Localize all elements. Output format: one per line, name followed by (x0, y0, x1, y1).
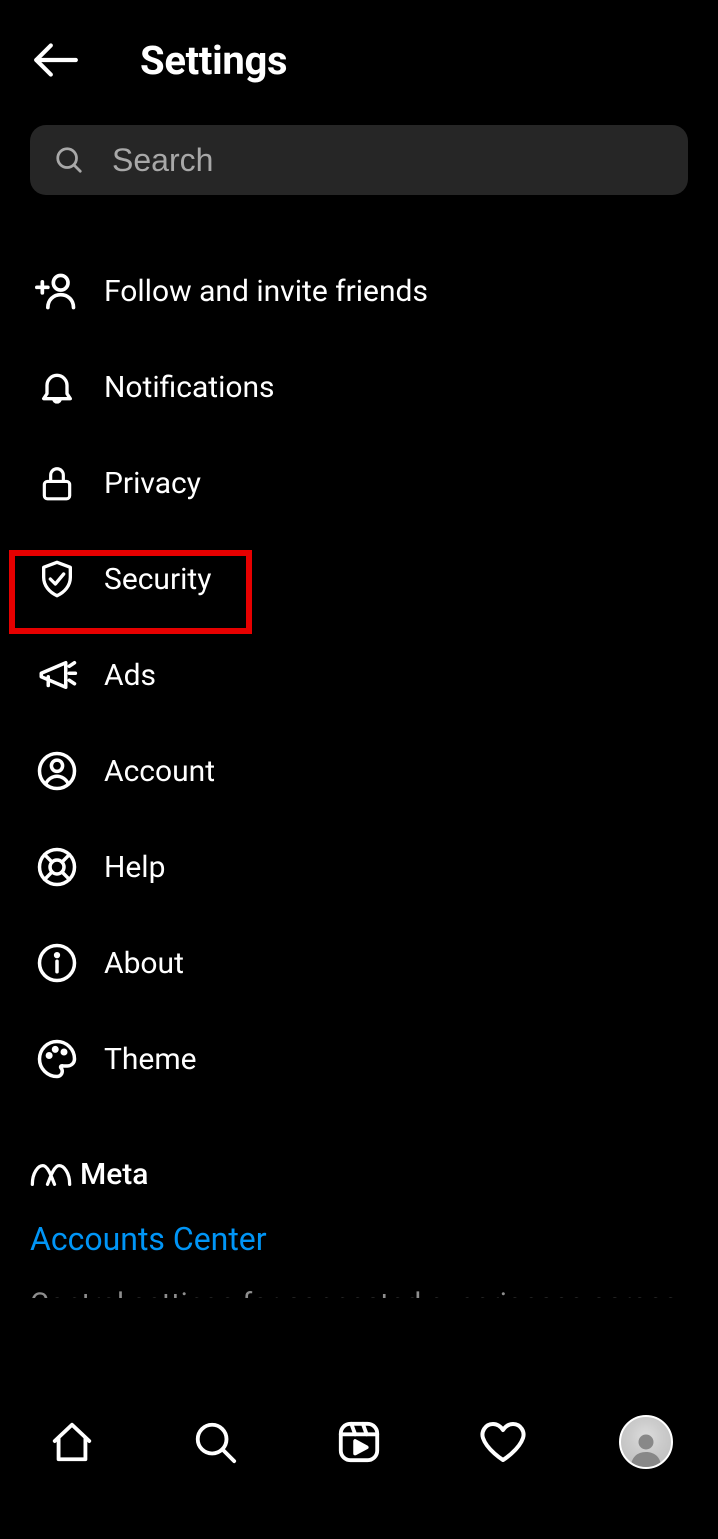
home-icon (49, 1419, 95, 1465)
nav-search[interactable] (180, 1407, 250, 1477)
user-circle-icon (36, 750, 78, 792)
nav-reels[interactable] (324, 1407, 394, 1477)
item-label: Security (104, 562, 211, 597)
heart-icon (479, 1418, 527, 1466)
item-label: Theme (104, 1042, 197, 1077)
item-security[interactable]: Security (10, 531, 708, 627)
arrow-left-icon (30, 35, 80, 85)
bottom-nav (0, 1397, 718, 1487)
item-label: Ads (104, 658, 156, 693)
item-label: Privacy (104, 466, 201, 501)
lock-icon (38, 464, 76, 502)
item-ads[interactable]: Ads (10, 627, 708, 723)
search-container (0, 125, 718, 225)
item-about[interactable]: About (10, 915, 708, 1011)
megaphone-icon (36, 654, 78, 696)
meta-section: Meta Accounts Center Control settings fo… (0, 1107, 718, 1298)
item-label: About (104, 946, 184, 981)
lifebuoy-icon (36, 846, 78, 888)
nav-activity[interactable] (468, 1407, 538, 1477)
back-button[interactable] (30, 35, 80, 85)
search-input[interactable] (112, 142, 664, 179)
icon-slot (34, 1038, 80, 1080)
item-label: Follow and invite friends (104, 274, 428, 309)
settings-screen: Settings Follow and invite friends Notif… (0, 0, 718, 1539)
item-notifications[interactable]: Notifications (10, 339, 708, 435)
search-icon (192, 1419, 238, 1465)
item-theme[interactable]: Theme (10, 1011, 708, 1107)
meta-logo-icon (30, 1161, 72, 1189)
accounts-center-link[interactable]: Accounts Center (30, 1192, 267, 1258)
item-label: Account (104, 754, 215, 789)
nav-profile[interactable] (611, 1407, 681, 1477)
icon-slot (34, 269, 80, 313)
avatar (619, 1415, 673, 1469)
settings-list: Follow and invite friends Notifications … (0, 225, 718, 1107)
info-icon (36, 942, 78, 984)
page-title: Settings (140, 37, 287, 84)
item-account[interactable]: Account (10, 723, 708, 819)
item-help[interactable]: Help (10, 819, 708, 915)
person-icon (626, 1427, 666, 1467)
item-label: Notifications (104, 370, 275, 405)
add-friend-icon (35, 269, 79, 313)
search-bar[interactable] (30, 125, 688, 195)
meta-description: Control settings for connected experienc… (30, 1258, 688, 1298)
search-icon (54, 145, 84, 175)
icon-slot (34, 750, 80, 792)
item-privacy[interactable]: Privacy (10, 435, 708, 531)
nav-home[interactable] (37, 1407, 107, 1477)
reels-icon (336, 1419, 382, 1465)
icon-slot (34, 559, 80, 599)
meta-label: Meta (80, 1157, 148, 1192)
bell-icon (37, 367, 77, 407)
icon-slot (34, 367, 80, 407)
item-label: Help (104, 850, 165, 885)
meta-brand: Meta (30, 1157, 688, 1192)
icon-slot (34, 942, 80, 984)
icon-slot (34, 654, 80, 696)
icon-slot (34, 846, 80, 888)
header: Settings (0, 0, 718, 125)
icon-slot (34, 464, 80, 502)
shield-check-icon (37, 559, 77, 599)
palette-icon (36, 1038, 78, 1080)
item-follow-invite[interactable]: Follow and invite friends (10, 243, 708, 339)
